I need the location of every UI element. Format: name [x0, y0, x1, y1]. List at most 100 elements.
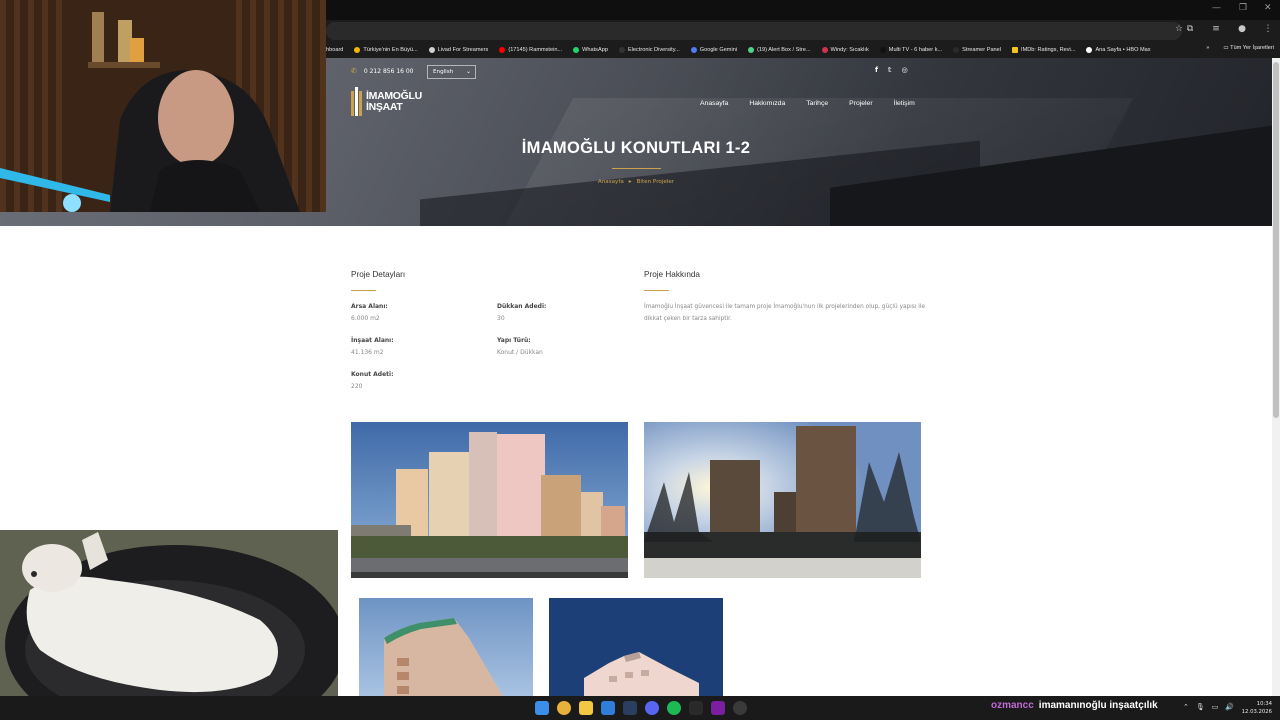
media-control-icon[interactable]: ≡	[1210, 24, 1222, 34]
facebook-icon[interactable]: f	[875, 66, 878, 74]
epic-games-icon[interactable]	[689, 701, 703, 715]
edge-icon[interactable]	[601, 701, 615, 715]
bookmark-item[interactable]: Google Gemini	[690, 47, 738, 53]
phone-number: 0 212 856 16 00	[363, 67, 414, 75]
header-phone[interactable]: ✆ 0 212 856 16 00	[351, 67, 414, 75]
project-photo[interactable]	[351, 422, 628, 578]
bookmarks-bar: hboard Türkiye'nin En Büyü... Livad For …	[326, 42, 1280, 58]
detail-value: 30	[497, 315, 505, 322]
obs-icon[interactable]	[733, 701, 747, 715]
nav-item-projeler[interactable]: Projeler	[849, 100, 872, 107]
menu-icon[interactable]: ⋮	[1262, 24, 1274, 34]
about-heading: Proje Hakkında	[644, 270, 700, 279]
kick-app-icon[interactable]	[711, 701, 725, 715]
clock-time: 10:34	[1256, 701, 1272, 707]
bookmark-item[interactable]: (17145) Rammstein...	[499, 47, 562, 53]
bookmark-item[interactable]: (19) Alert Box / Stre...	[748, 47, 811, 53]
chevron-down-icon: ⌄	[465, 68, 471, 75]
details-divider	[351, 290, 376, 291]
windows-start-icon[interactable]	[535, 701, 549, 715]
bookmark-item[interactable]: Ana Sayfa • HBO Max	[1086, 47, 1151, 53]
close-icon[interactable]: ✕	[1264, 3, 1272, 13]
gemini-icon	[690, 47, 697, 53]
bookmark-item[interactable]: Streamer Panel	[953, 47, 1001, 53]
language-value: English	[433, 69, 454, 75]
network-icon[interactable]: ▭	[1212, 703, 1219, 711]
bookmark-item[interactable]: IMDb: Ratings, Revi...	[1012, 47, 1075, 53]
bookmark-star-icon[interactable]: ☆	[1175, 24, 1183, 34]
breadcrumb-current: Biten Projeler	[636, 179, 675, 185]
detail-label: İnşaat Alanı:	[351, 337, 394, 344]
bookmark-label: IMDb: Ratings, Revi...	[1021, 47, 1076, 53]
taskbar-apps	[535, 701, 747, 715]
project-photo[interactable]	[359, 598, 533, 696]
bookmark-favicon-icon	[618, 47, 625, 53]
minimize-icon[interactable]: —	[1212, 3, 1221, 13]
bookmark-label: Google Gemini	[699, 47, 738, 53]
spotify-icon[interactable]	[667, 701, 681, 715]
bookmark-favicon-icon	[354, 47, 361, 53]
logo-text: İMAMOĞLU İNŞAAT	[366, 89, 422, 113]
taskbar-clock[interactable]: 10:34 12.03.2026	[1238, 700, 1272, 716]
volume-icon[interactable]: 🔊	[1225, 703, 1234, 711]
twitter-icon[interactable]: 𝕥	[888, 66, 892, 74]
breadcrumb-separator-icon: ▸	[628, 179, 632, 185]
steam-icon[interactable]	[623, 701, 637, 715]
windy-icon	[821, 47, 828, 53]
nav-item-iletisim[interactable]: İletişim	[894, 100, 915, 107]
webcam-overlay-streamer	[0, 0, 326, 212]
nav-item-tarihce[interactable]: Tarihçe	[806, 100, 828, 107]
chevron-up-icon[interactable]: ⌃	[1183, 703, 1189, 711]
chrome-icon[interactable]	[557, 701, 571, 715]
whatsapp-icon	[573, 47, 580, 53]
project-photo[interactable]	[549, 598, 723, 696]
bookmark-favicon-icon	[953, 47, 960, 53]
bookmark-item[interactable]: Electronic Diversity...	[618, 47, 680, 53]
bookmark-item[interactable]: hboard	[326, 47, 343, 53]
hbo-icon	[1086, 47, 1093, 53]
detail-label: Dükkan Adedi:	[497, 303, 547, 310]
bookmarks-overflow-button[interactable]: »	[1206, 45, 1209, 51]
streamlabs-icon	[748, 47, 755, 53]
system-tray: ⌃ 🎙 ▭ 🔊	[1183, 703, 1234, 711]
detail-value: 41.136 m2	[351, 349, 384, 356]
bookmark-item[interactable]: Türkiye'nin En Büyü...	[354, 47, 418, 53]
nav-item-anasayfa[interactable]: Anasayfa	[700, 100, 728, 107]
language-select[interactable]: English ⌄	[427, 65, 476, 79]
chat-username: ozmancc	[991, 700, 1034, 711]
bookmark-item[interactable]: Multi TV - 6 haber k...	[879, 47, 942, 53]
microphone-icon[interactable]: 🎙	[1196, 703, 1205, 711]
logo-line: İMAMOĞLU	[366, 89, 422, 102]
bookmark-label: Streamer Panel	[962, 47, 1002, 53]
project-photo[interactable]	[644, 422, 921, 578]
stream-chat-overlay: ozmancc imamanınoğlu inşaatçılık	[991, 700, 1158, 711]
youtube-icon	[499, 47, 506, 53]
profile-icon[interactable]: ●	[1236, 24, 1248, 34]
detail-label: Arsa Alanı:	[351, 303, 388, 310]
screen: — ❐ ✕ ☆ ⧉ ≡ ● ⋮ hboard Türkiye'nin En Bü…	[0, 0, 1280, 720]
nav-item-hakkimizda[interactable]: Hakkımızda	[749, 100, 785, 107]
title-divider	[612, 168, 661, 169]
extensions-icon[interactable]: ⧉	[1184, 24, 1196, 34]
restore-icon[interactable]: ❐	[1239, 3, 1247, 13]
detail-value: Konut / Dükkan	[497, 349, 543, 356]
site-logo[interactable]: İMAMOĞLU İNŞAAT	[351, 87, 422, 116]
breadcrumb-home-link[interactable]: Anasayfa	[598, 179, 624, 185]
address-bar[interactable]	[326, 22, 1182, 40]
bookmark-item[interactable]: WhatsApp	[573, 47, 608, 53]
details-heading: Proje Detayları	[351, 270, 406, 279]
discord-icon[interactable]	[645, 701, 659, 715]
detail-label: Konut Adeti:	[351, 371, 394, 378]
all-bookmarks-folder[interactable]: ▭ Tüm Yer İşaretleri	[1223, 45, 1274, 51]
phone-icon: ✆	[351, 67, 357, 75]
scrollbar-thumb[interactable]	[1273, 62, 1279, 418]
clock-date: 12.03.2026	[1241, 709, 1272, 715]
instagram-icon[interactable]: ◎	[902, 66, 908, 74]
logo-mark-icon	[351, 87, 362, 116]
bookmark-favicon-icon	[428, 47, 435, 53]
bookmark-favicon-icon	[879, 47, 886, 53]
file-explorer-icon[interactable]	[579, 701, 593, 715]
bookmark-item[interactable]: Livad For Streamers	[428, 47, 488, 53]
bookmark-item[interactable]: Windy: Sıcaklık	[821, 47, 869, 53]
detail-value: 6.000 m2	[351, 315, 380, 322]
